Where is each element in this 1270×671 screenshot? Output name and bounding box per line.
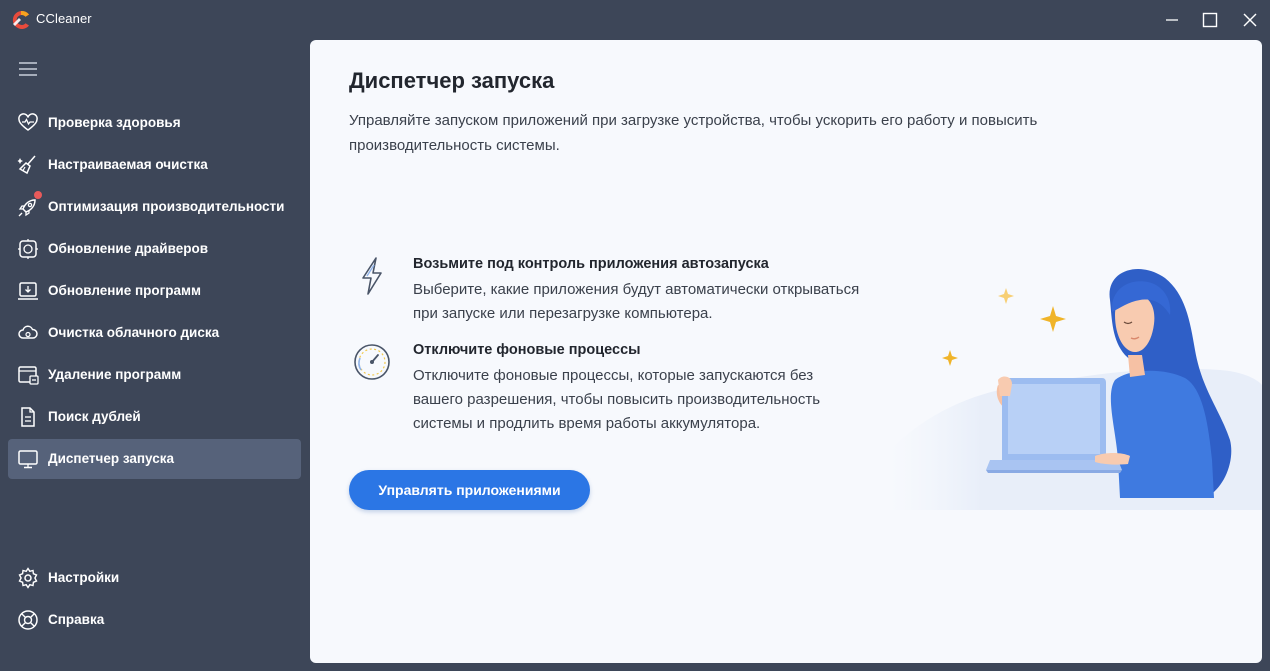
sidebar-item-health-check[interactable]: Проверка здоровья [8, 103, 301, 143]
sidebar-item-label: Обновление программ [48, 283, 201, 298]
software-update-icon [18, 282, 38, 300]
page-description: Управляйте запуском приложений при загру… [349, 112, 1038, 154]
driver-icon [18, 239, 38, 259]
hamburger-icon [19, 62, 37, 76]
app-title: CCleaner [36, 11, 92, 26]
heart-icon [18, 113, 38, 131]
close-button[interactable] [1233, 6, 1267, 34]
sidebar-item-label: Поиск дублей [48, 409, 141, 424]
minimize-icon [1166, 19, 1178, 21]
sidebar-item-label: Проверка здоровья [48, 115, 181, 130]
title-bar: CCleaner [0, 0, 1270, 40]
notification-badge [34, 191, 42, 199]
sidebar-item-startup-manager[interactable]: Диспетчер запуска [8, 439, 301, 479]
maximize-icon [1202, 12, 1218, 28]
feature-title: Отключите фоновые процессы [413, 342, 641, 358]
ccleaner-logo-icon [12, 10, 29, 29]
feature-description: Выберите, какие приложения будут автомат… [413, 281, 860, 322]
sidebar-item-uninstall[interactable]: Удаление программ [8, 355, 301, 395]
cloud-icon [18, 325, 38, 339]
menu-toggle-button[interactable] [15, 58, 41, 80]
sidebar-item-duplicates[interactable]: Поиск дублей [8, 397, 301, 437]
sidebar-item-driver-update[interactable]: Обновление драйверов [8, 229, 301, 269]
speedometer-icon [354, 344, 390, 380]
sidebar-item-label: Очистка облачного диска [48, 325, 220, 340]
lightning-icon [362, 257, 382, 295]
help-icon [18, 610, 38, 630]
sidebar-item-label: Удаление программ [48, 367, 182, 382]
duplicate-icon [21, 407, 35, 427]
sidebar-item-performance[interactable]: Оптимизация производительности [8, 187, 301, 227]
sidebar-item-label: Настраиваемая очистка [48, 157, 208, 172]
sidebar-item-settings[interactable]: Настройки [8, 558, 301, 598]
sidebar-item-label: Оптимизация производительности [48, 199, 285, 214]
woman-with-laptop-illustration [890, 269, 1262, 510]
sidebar-item-software-update[interactable]: Обновление программ [8, 271, 301, 311]
minimize-button[interactable] [1155, 6, 1189, 34]
gear-icon [18, 567, 38, 589]
close-icon [1243, 13, 1257, 27]
sidebar-item-help[interactable]: Справка [8, 600, 301, 640]
manage-apps-button[interactable]: Управлять приложениями [349, 470, 590, 510]
rocket-icon [18, 199, 36, 217]
sidebar-item-label: Обновление драйверов [48, 241, 209, 256]
sidebar-item-label: Диспетчер запуска [48, 451, 175, 466]
monitor-icon [18, 450, 38, 469]
sidebar: Проверка здоровья Настраиваемая очистка … [0, 40, 309, 671]
sidebar-item-label: Справка [48, 612, 105, 627]
page-title: Диспетчер запуска [349, 68, 555, 93]
feature-title: Возьмите под контроль приложения автозап… [413, 256, 769, 272]
sidebar-item-cloud-clean[interactable]: Очистка облачного диска [8, 313, 301, 353]
sidebar-item-custom-clean[interactable]: Настраиваемая очистка [8, 145, 301, 185]
main-content: Диспетчер запуска Управляйте запуском пр… [310, 40, 1262, 663]
broom-icon [17, 155, 36, 175]
maximize-button[interactable] [1193, 6, 1227, 34]
sidebar-item-label: Настройки [48, 570, 120, 585]
uninstall-icon [18, 366, 39, 385]
feature-description: Отключите фоновые процессы, которые запу… [413, 367, 821, 432]
